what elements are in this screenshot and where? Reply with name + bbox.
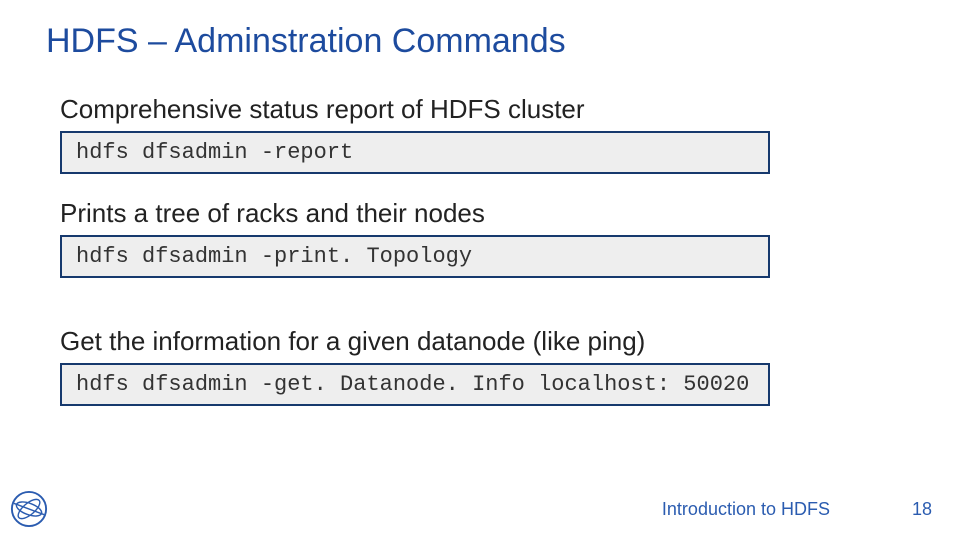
footer-title: Introduction to HDFS [662,499,830,520]
section-3-description: Get the information for a given datanode… [60,326,770,357]
section-1-description: Comprehensive status report of HDFS clus… [60,94,770,125]
section-2-command: hdfs dfsadmin -print. Topology [60,235,770,278]
footer: Introduction to HDFS 18 [0,492,960,532]
page-number: 18 [912,499,932,520]
section-3: Get the information for a given datanode… [60,326,770,406]
section-3-command: hdfs dfsadmin -get. Datanode. Info local… [60,363,770,406]
section-1: Comprehensive status report of HDFS clus… [60,94,770,174]
section-2-description: Prints a tree of racks and their nodes [60,198,770,229]
slide: HDFS – Adminstration Commands Comprehens… [0,0,960,540]
slide-title: HDFS – Adminstration Commands [46,22,566,61]
cern-logo-icon [10,490,48,528]
section-2: Prints a tree of racks and their nodes h… [60,198,770,278]
section-1-command: hdfs dfsadmin -report [60,131,770,174]
